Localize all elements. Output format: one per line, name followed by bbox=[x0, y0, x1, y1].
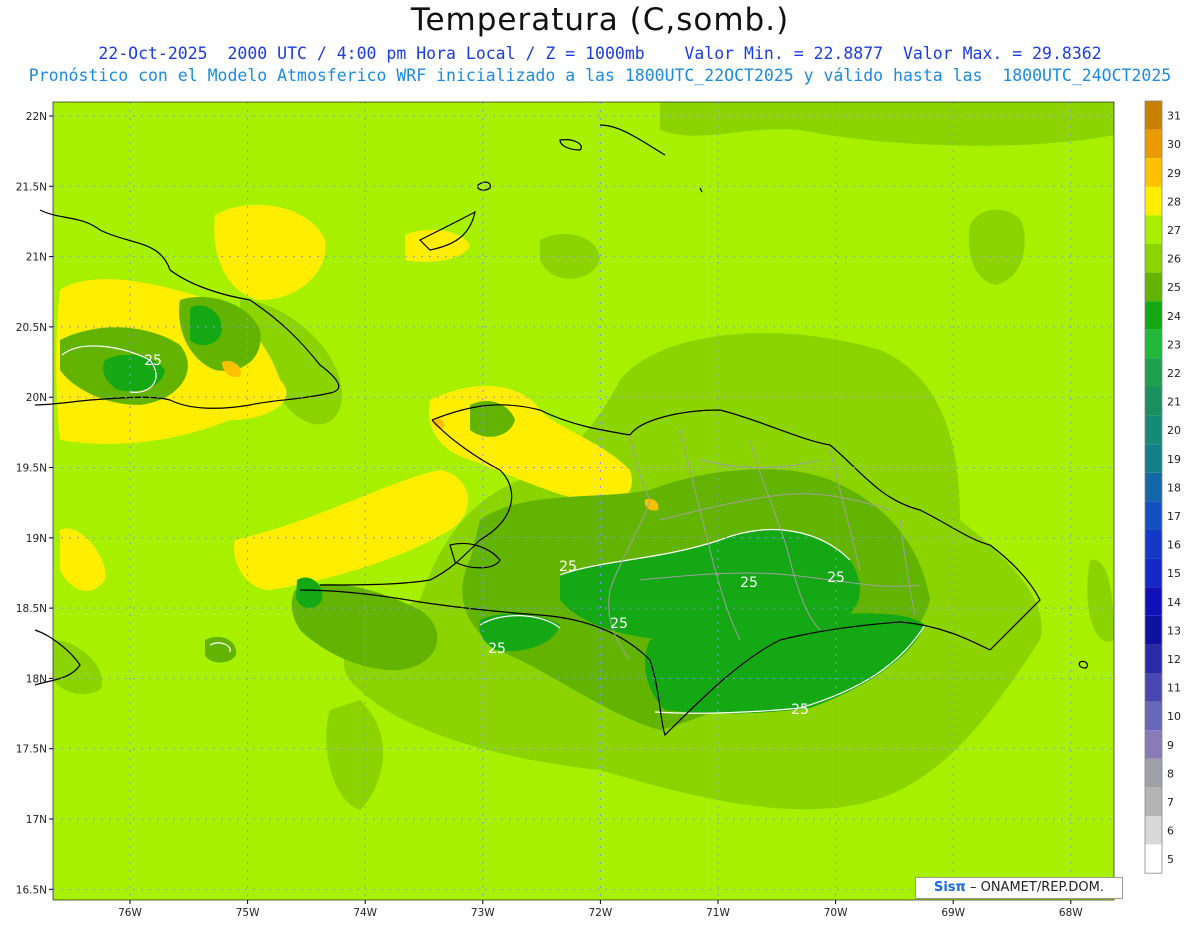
colorbar-label: 13 bbox=[1167, 624, 1181, 637]
colorbar-label: 30 bbox=[1167, 138, 1181, 151]
colorbar-label: 18 bbox=[1167, 481, 1181, 494]
lat-label: 18N bbox=[26, 673, 47, 685]
sispi-logo: Sisπ bbox=[933, 880, 966, 895]
lon-label: 70W bbox=[824, 907, 848, 919]
colorbar-label: 7 bbox=[1167, 796, 1174, 809]
colorbar-swatch bbox=[1145, 215, 1162, 244]
colorbar-label: 28 bbox=[1167, 195, 1181, 208]
colorbar: 31 30 29 28 27 26 25 24 23 22 21 20 19 18 17 16 15 14 13 12… bbox=[1144, 100, 1181, 874]
lon-label: 76W bbox=[118, 907, 142, 919]
lat-label: 17N bbox=[26, 814, 47, 826]
lon-label: 69W bbox=[941, 907, 965, 919]
colorbar-swatch bbox=[1145, 701, 1162, 731]
colorbar-swatch bbox=[1145, 673, 1162, 702]
colorbar-label: 23 bbox=[1167, 338, 1181, 351]
colorbar-swatch bbox=[1145, 301, 1162, 330]
colorbar-swatch bbox=[1145, 558, 1162, 588]
colorbar-label: 9 bbox=[1167, 739, 1174, 752]
lat-label: 19N bbox=[26, 533, 47, 545]
colorbar-label: 24 bbox=[1167, 310, 1181, 323]
colorbar-swatch bbox=[1145, 472, 1162, 502]
colorbar-swatch bbox=[1145, 129, 1162, 159]
colorbar-label: 10 bbox=[1167, 710, 1181, 723]
colorbar-swatch bbox=[1145, 530, 1162, 559]
contour-label: 25 bbox=[559, 559, 577, 575]
colorbar-label: 17 bbox=[1167, 510, 1181, 523]
colorbar-swatch bbox=[1145, 158, 1162, 187]
colorbar-label: 26 bbox=[1167, 253, 1181, 266]
colorbar-swatch bbox=[1145, 816, 1162, 845]
colorbar-label: 27 bbox=[1167, 224, 1181, 237]
colorbar-swatch bbox=[1145, 444, 1162, 473]
colorbar-label: 16 bbox=[1167, 539, 1181, 552]
colorbar-label: 8 bbox=[1167, 767, 1174, 780]
lat-label: 21.5N bbox=[16, 181, 47, 193]
lon-label: 75W bbox=[236, 907, 260, 919]
latitude-labels: 22N 21.5N 21N 20.5N 20N 19.5N 19N 18.5N 18N 17.5N… bbox=[16, 111, 53, 896]
lon-label: 68W bbox=[1059, 907, 1083, 919]
contour-label: 25 bbox=[740, 575, 758, 591]
colorbar-swatch bbox=[1145, 329, 1162, 359]
colorbar-swatch bbox=[1145, 758, 1162, 788]
contour-label: 25 bbox=[488, 641, 506, 657]
colorbar-label: 25 bbox=[1167, 281, 1181, 294]
colorbar-label: 29 bbox=[1167, 167, 1181, 180]
colorbar-label: 19 bbox=[1167, 453, 1181, 466]
temperature-map: 22N 21.5N 21N 20.5N 20N 19.5N 19N 18.5N 18N 17.5N… bbox=[16, 100, 1181, 919]
colorbar-swatch bbox=[1145, 272, 1162, 302]
colorbar-swatch bbox=[1145, 787, 1162, 816]
colorbar-label: 6 bbox=[1167, 825, 1174, 838]
lat-label: 19.5N bbox=[16, 463, 47, 475]
contour-label: 25 bbox=[610, 616, 628, 632]
colorbar-swatch bbox=[1145, 844, 1162, 874]
credit-badge: Sisπ – ONAMET/REP.DOM. bbox=[915, 877, 1123, 899]
colorbar-label: 15 bbox=[1167, 567, 1181, 580]
lat-label: 21N bbox=[26, 252, 47, 264]
lat-label: 16.5N bbox=[16, 884, 47, 896]
lon-label: 71W bbox=[706, 907, 730, 919]
colorbar-swatch bbox=[1145, 730, 1162, 759]
lon-label: 74W bbox=[353, 907, 377, 919]
colorbar-label: 21 bbox=[1167, 396, 1181, 409]
colorbar-swatch bbox=[1145, 101, 1162, 130]
lon-label: 73W bbox=[471, 907, 495, 919]
colorbar-swatch bbox=[1145, 615, 1162, 645]
colorbar-label: 11 bbox=[1167, 682, 1181, 695]
colorbar-swatch bbox=[1145, 587, 1162, 616]
colorbar-swatch bbox=[1145, 501, 1162, 530]
lat-label: 17.5N bbox=[16, 744, 47, 756]
contour-label: 25 bbox=[144, 353, 162, 369]
colorbar-swatch bbox=[1145, 387, 1162, 416]
contour-label: 25 bbox=[791, 702, 809, 718]
colorbar-label: 14 bbox=[1167, 596, 1181, 609]
lon-label: 72W bbox=[589, 907, 613, 919]
colorbar-swatch bbox=[1145, 244, 1162, 273]
lat-label: 20.5N bbox=[16, 322, 47, 334]
colorbar-swatch bbox=[1145, 644, 1162, 673]
colorbar-label: 5 bbox=[1167, 853, 1174, 866]
colorbar-label: 22 bbox=[1167, 367, 1181, 380]
colorbar-label: 31 bbox=[1167, 110, 1181, 123]
lat-label: 20N bbox=[26, 392, 47, 404]
longitude-labels: 76W 75W 74W 73W 72W 71W 70W 69W 68W bbox=[118, 900, 1083, 919]
colorbar-swatch bbox=[1145, 415, 1162, 445]
lat-label: 22N bbox=[26, 111, 47, 123]
colorbar-swatch bbox=[1145, 186, 1162, 216]
colorbar-label: 12 bbox=[1167, 653, 1181, 666]
colorbar-label: 20 bbox=[1167, 424, 1181, 437]
lat-label: 18.5N bbox=[16, 603, 47, 615]
colorbar-swatch bbox=[1145, 358, 1162, 387]
credit-text: – ONAMET/REP.DOM. bbox=[969, 880, 1104, 895]
contour-label: 25 bbox=[827, 570, 845, 586]
